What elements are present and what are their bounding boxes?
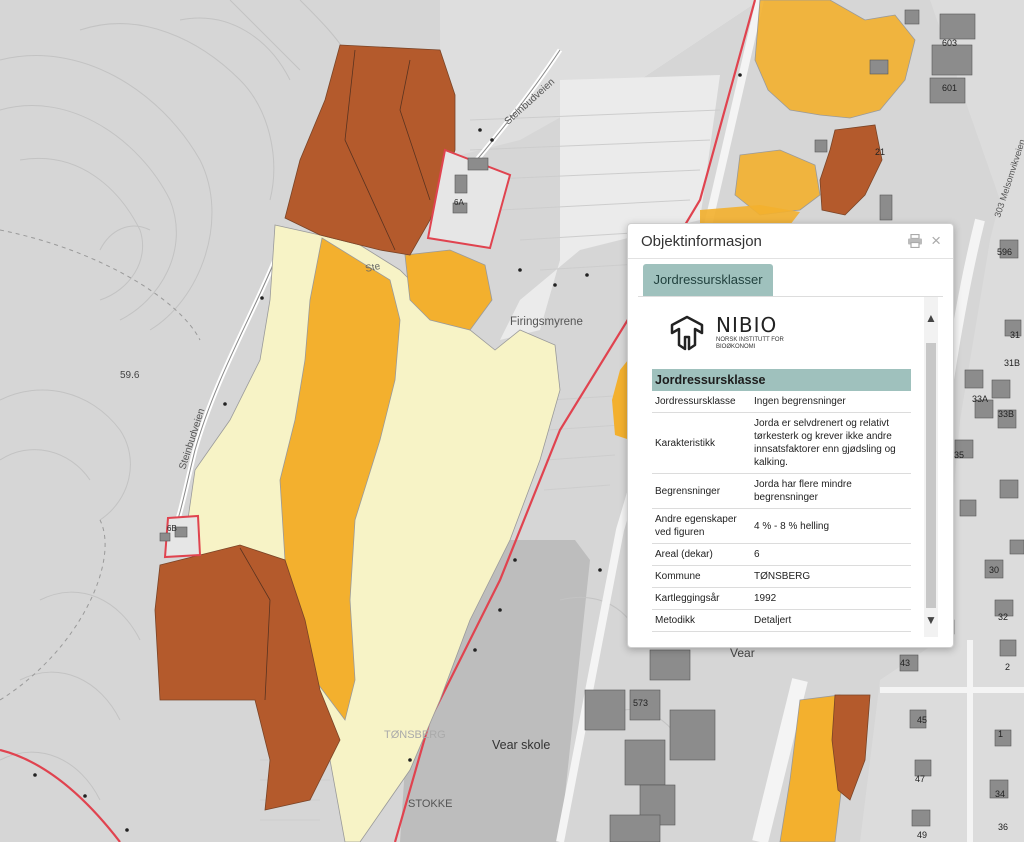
popup-content[interactable]: NIBIO NORSK INSTITUTT FOR BIOØKONOMI Jor… (641, 297, 924, 637)
house-number: 1 (998, 729, 1003, 739)
municipality-label: TØNSBERG (384, 729, 446, 741)
row-value: 6 (751, 543, 911, 566)
house-number: 33A (972, 394, 988, 404)
house-number: 34 (995, 789, 1005, 799)
row-value: 1992 (751, 587, 911, 610)
row-value: TØNSBERG (751, 565, 911, 588)
table-header: Jordressursklasse (652, 369, 911, 391)
logo-name: NIBIO (716, 313, 778, 337)
close-icon[interactable]: × (931, 232, 941, 250)
tab-jordressursklasser[interactable]: Jordressursklasser (643, 264, 773, 296)
object-info-popup: Objektinformasjon × Jordressursklasser N… (627, 223, 954, 648)
house-number: 49 (917, 830, 927, 840)
house-number: 603 (942, 38, 957, 48)
row-key: Metodikk (652, 609, 751, 632)
house-number: 601 (942, 83, 957, 93)
place-label: Vear (730, 646, 755, 660)
house-number: 43 (900, 658, 910, 668)
house-number: 573 (633, 698, 648, 708)
house-number: 45 (917, 715, 927, 725)
row-value: Detaljert (751, 609, 911, 632)
nibio-logo: NIBIO NORSK INSTITUTT FOR BIOØKONOMI (641, 297, 924, 369)
table-row: Karakteristikk Jorda er selvdrenert og re… (652, 412, 911, 474)
row-key: Karakteristikk (652, 412, 751, 474)
table-row: Metodikk Detaljert (652, 609, 911, 632)
chevron-up-icon[interactable]: ▲ (925, 311, 937, 325)
house-number: 36 (998, 822, 1008, 832)
popup-header: Objektinformasjon × (628, 224, 953, 259)
table-row: Kommune TØNSBERG (652, 565, 911, 588)
row-value: Jorda har flere mindre begrensninger (751, 473, 911, 509)
house-number: 31B (1004, 358, 1020, 368)
place-label: Firingsmyrene (510, 316, 583, 328)
chevron-down-icon[interactable]: ▼ (925, 613, 937, 627)
row-value: Jorda er selvdrenert og relativt tørkest… (751, 412, 911, 474)
row-value: Ingen begrensninger (751, 391, 911, 413)
table-row: Andre egenskaper ved figuren 4 % - 8 % he… (652, 508, 911, 544)
popup-title: Objektinformasjon (641, 233, 762, 250)
house-number: 2 (1005, 662, 1010, 672)
row-key: Andre egenskaper ved figuren (652, 508, 751, 544)
municipality-label: STOKKE (408, 798, 452, 810)
table-row: Kartleggingsår 1992 (652, 587, 911, 610)
house-number: 32 (998, 612, 1008, 622)
table-row: Jordressursklasse Ingen begrensninger (652, 391, 911, 413)
house-number: 6B (167, 524, 177, 533)
house-number: 596 (997, 247, 1012, 257)
house-number: 21 (875, 147, 885, 157)
row-key: Begrensninger (652, 473, 751, 509)
row-key: Areal (dekar) (652, 543, 751, 566)
house-number: 31 (1010, 330, 1020, 340)
scrollbar-thumb[interactable] (926, 343, 936, 608)
house-number: 6A (454, 198, 464, 207)
logo-subtitle: NORSK INSTITUTT FOR BIOØKONOMI (716, 337, 784, 350)
house-number: 35 (954, 450, 964, 460)
elevation-label: 59.6 (120, 370, 140, 381)
house-number: 33B (998, 409, 1014, 419)
table-row: Begrensninger Jorda har flere mindre begr… (652, 473, 911, 509)
row-key: Kommune (652, 565, 751, 588)
printer-icon[interactable] (907, 233, 923, 249)
house-number: 47 (915, 774, 925, 784)
row-key: Kartleggingsår (652, 587, 751, 610)
info-table: Jordressursklasse Jordressursklasse Ingen… (652, 369, 911, 632)
table-row: Areal (dekar) 6 (652, 543, 911, 566)
house-number: 30 (989, 565, 999, 575)
popup-scrollbar[interactable]: ▲ ▼ (924, 297, 938, 637)
nibio-logo-icon (670, 315, 704, 351)
row-key: Jordressursklasse (652, 391, 751, 413)
school-label: Vear skole (492, 738, 550, 752)
row-value: 4 % - 8 % helling (751, 508, 911, 544)
